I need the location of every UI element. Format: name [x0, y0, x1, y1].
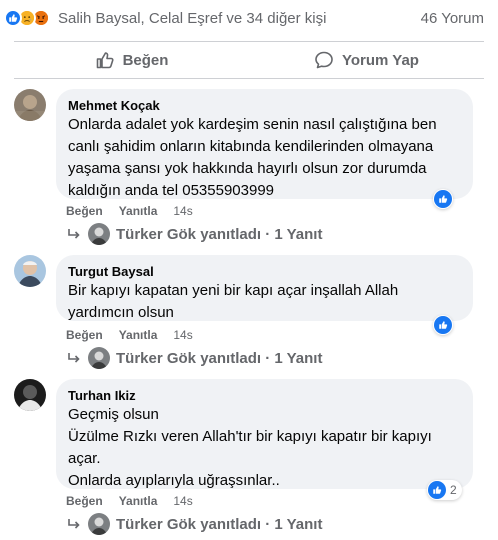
reaction-summary-text[interactable]: Salih Baysal, Celal Eşref ve 34 diğer ki… [58, 10, 326, 27]
comment-reaction-badge[interactable] [433, 189, 453, 209]
comment-actions: Beğen Yanıtla 14s [66, 327, 193, 343]
comment-item: Turhan Ikiz Geçmiş olsun Üzülme Rızkı ve… [14, 379, 484, 539]
comment-reaction-badge[interactable] [433, 315, 453, 335]
reply-summary: Türker Gök yanıtladı · 1 Yanıt [116, 515, 323, 533]
reply-arrow-icon [68, 519, 80, 529]
thumbs-up-icon [96, 52, 114, 69]
comment-author[interactable]: Mehmet Koçak [68, 97, 461, 114]
comment-timestamp[interactable]: 14s [173, 493, 192, 509]
like-icon [428, 481, 446, 499]
comment-author[interactable]: Turgut Baysal [68, 263, 461, 280]
comment-author[interactable]: Turhan Ikiz [68, 387, 461, 404]
comment-button[interactable]: Yorum Yap [249, 42, 484, 78]
comment-timestamp[interactable]: 14s [173, 203, 192, 219]
comment-reply-link[interactable]: Yanıtla [119, 327, 158, 343]
reaction-icons[interactable] [4, 9, 50, 27]
comment-item: Turgut Baysal Bir kapıyı kapatan yeni bi… [14, 255, 484, 373]
reply-author-avatar [88, 347, 110, 369]
post-action-bar: Beğen Yorum Yap [14, 41, 484, 79]
comment-like-link[interactable]: Beğen [66, 493, 103, 509]
comment-like-link[interactable]: Beğen [66, 203, 103, 219]
comment-button-label: Yorum Yap [342, 51, 419, 69]
reply-summary: Türker Gök yanıtladı · 1 Yanıt [116, 225, 323, 243]
reaction-count: 2 [450, 483, 457, 497]
like-button-label: Beğen [122, 51, 169, 69]
replies-toggle[interactable]: Türker Gök yanıtladı · 1 Yanıt [66, 223, 322, 245]
replies-toggle[interactable]: Türker Gök yanıtladı · 1 Yanıt [66, 513, 322, 535]
comment-item: Mehmet Koçak Onlarda adalet yok kardeşim… [14, 89, 484, 249]
reactions-summary-bar: Salih Baysal, Celal Eşref ve 34 diğer ki… [0, 0, 498, 36]
comment-text: Geçmiş olsun Üzülme Rızkı veren Allah'tı… [68, 406, 432, 489]
like-icon [434, 190, 452, 208]
reply-author-avatar [88, 513, 110, 535]
avatar[interactable] [14, 89, 46, 121]
reply-arrow-icon [68, 353, 80, 363]
comment-bubble: Turhan Ikiz Geçmiş olsun Üzülme Rızkı ve… [56, 379, 473, 489]
like-icon [434, 316, 452, 334]
like-button[interactable]: Beğen [14, 42, 249, 78]
reply-author-avatar [88, 223, 110, 245]
replies-toggle[interactable]: Türker Gök yanıtladı · 1 Yanıt [66, 347, 322, 369]
comment-reaction-badge[interactable]: 2 [427, 480, 462, 500]
comment-count[interactable]: 46 Yorum [421, 10, 484, 27]
comment-like-link[interactable]: Beğen [66, 327, 103, 343]
comment-actions: Beğen Yanıtla 14s [66, 493, 193, 509]
comment-reply-link[interactable]: Yanıtla [119, 493, 158, 509]
comment-timestamp[interactable]: 14s [173, 327, 192, 343]
avatar[interactable] [14, 379, 46, 411]
avatar[interactable] [14, 255, 46, 287]
comment-bubble: Turgut Baysal Bir kapıyı kapatan yeni bi… [56, 255, 473, 321]
comment-text: Bir kapıyı kapatan yeni bir kapı açar in… [68, 282, 399, 321]
reply-arrow-icon [68, 229, 80, 239]
comment-reply-link[interactable]: Yanıtla [119, 203, 158, 219]
comment-text: Onlarda adalet yok kardeşim senin nasıl … [68, 116, 437, 199]
reply-summary: Türker Gök yanıtladı · 1 Yanıt [116, 349, 323, 367]
comment-bubble: Mehmet Koçak Onlarda adalet yok kardeşim… [56, 89, 473, 199]
comment-bubble-icon [315, 51, 333, 69]
comment-actions: Beğen Yanıtla 14s [66, 203, 193, 219]
like-icon [4, 9, 22, 27]
